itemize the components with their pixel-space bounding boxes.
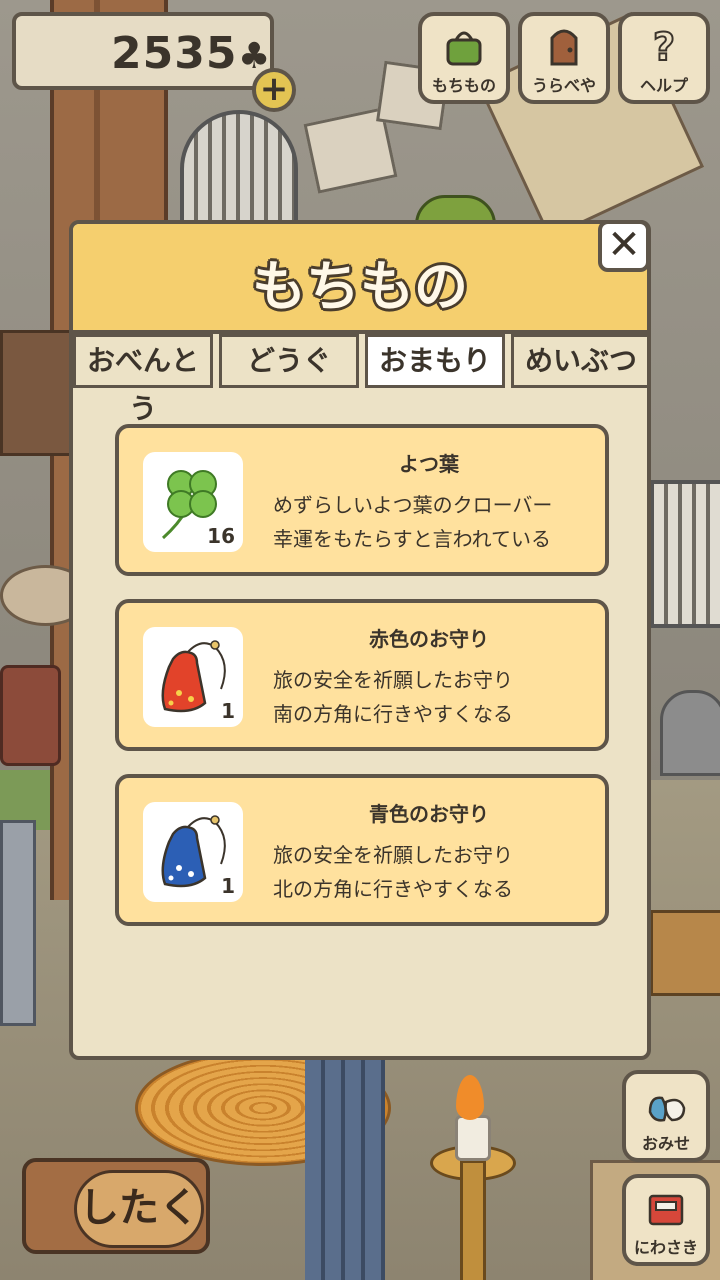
- back-room-button[interactable]: うらべや: [518, 12, 610, 104]
- item-desc-line: めずらしいよつ葉のクローバー: [273, 493, 553, 517]
- tab-bento[interactable]: おべんとう: [73, 334, 213, 425]
- shop-bags-icon: [648, 1096, 686, 1122]
- dialog-header: もちもの: [73, 224, 647, 334]
- svg-text:?: ?: [653, 25, 675, 68]
- clover-counter: 2535 ♣: [12, 12, 274, 90]
- back-room-label: うらべや: [531, 76, 596, 95]
- garden-box-icon: [648, 1194, 684, 1226]
- bag-button[interactable]: もちもの: [418, 12, 510, 104]
- item-quantity: 1: [221, 874, 235, 898]
- item-desc-line: 旅の安全を祈願したお守り: [273, 843, 513, 867]
- inventory-dialog: もちもの おべんとう どうぐ おまもり めいぶつ 16 よつ葉 めずらしいよつ葉…: [69, 220, 651, 1060]
- category-tabs: おべんとう どうぐ おまもり めいぶつ: [73, 334, 647, 425]
- help-label: ヘルプ: [639, 76, 688, 95]
- item-thumbnail: 1: [143, 802, 243, 902]
- bag-icon: [446, 31, 482, 66]
- item-desc-line: 北の方角に行きやすくなる: [273, 877, 513, 901]
- item-quantity: 1: [221, 699, 235, 723]
- close-button[interactable]: ✕: [598, 220, 650, 272]
- shop-label: おみせ: [641, 1134, 690, 1153]
- item-name: 赤色のお守り: [369, 627, 489, 651]
- tab-specialties[interactable]: めいぶつ: [511, 334, 647, 388]
- prepare-button[interactable]: したく: [22, 1158, 210, 1254]
- item-description: 旅の安全を祈願したお守り 北の方角に行きやすくなる: [273, 838, 593, 906]
- item-thumbnail: 16: [143, 452, 243, 552]
- tab-tools[interactable]: どうぐ: [219, 334, 359, 388]
- small-door: [660, 690, 720, 776]
- item-description: 旅の安全を祈願したお守り 南の方角に行きやすくなる: [273, 663, 593, 731]
- basket: [650, 910, 720, 996]
- item-desc-line: 南の方角に行きやすくなる: [273, 702, 513, 726]
- item-thumbnail: 1: [143, 627, 243, 727]
- candle-stand: [460, 1160, 486, 1280]
- help-button[interactable]: ? ヘルプ: [618, 12, 710, 104]
- bag-label: もちもの: [431, 76, 496, 95]
- item-card-clover[interactable]: 16 よつ葉 めずらしいよつ葉のクローバー 幸運をもたらすと言われている: [115, 424, 609, 576]
- door-icon: [550, 29, 578, 66]
- item-quantity: 16: [207, 524, 235, 548]
- arched-window: [180, 110, 298, 228]
- item-desc-line: 旅の安全を祈願したお守り: [273, 668, 513, 692]
- dialog-title: もちもの: [252, 255, 468, 318]
- question-icon: ?: [652, 24, 676, 68]
- item-name: よつ葉: [399, 452, 459, 476]
- curtain: [305, 1060, 385, 1280]
- item-name: 青色のお守り: [369, 802, 489, 826]
- item-description: めずらしいよつ葉のクローバー 幸運をもたらすと言われている: [273, 488, 593, 556]
- add-clover-button[interactable]: +: [252, 68, 296, 112]
- item-card-red-charm[interactable]: 1 赤色のお守り 旅の安全を祈願したお守り 南の方角に行きやすくなる: [115, 599, 609, 751]
- tab-charms[interactable]: おまもり: [365, 334, 505, 388]
- item-desc-line: 幸運をもたらすと言われている: [273, 527, 551, 551]
- prepare-label: したく: [74, 1170, 204, 1248]
- candle: [455, 1115, 491, 1161]
- garden-label: にわさき: [633, 1238, 698, 1257]
- clover-count: 2535: [111, 28, 238, 79]
- clay-pot: [0, 665, 61, 766]
- shop-button[interactable]: おみせ: [622, 1070, 710, 1162]
- right-window: [650, 480, 720, 628]
- item-card-blue-charm[interactable]: 1 青色のお守り 旅の安全を祈願したお守り 北の方角に行きやすくなる: [115, 774, 609, 926]
- cabinet: [0, 820, 36, 1026]
- garden-button[interactable]: にわさき: [622, 1174, 710, 1266]
